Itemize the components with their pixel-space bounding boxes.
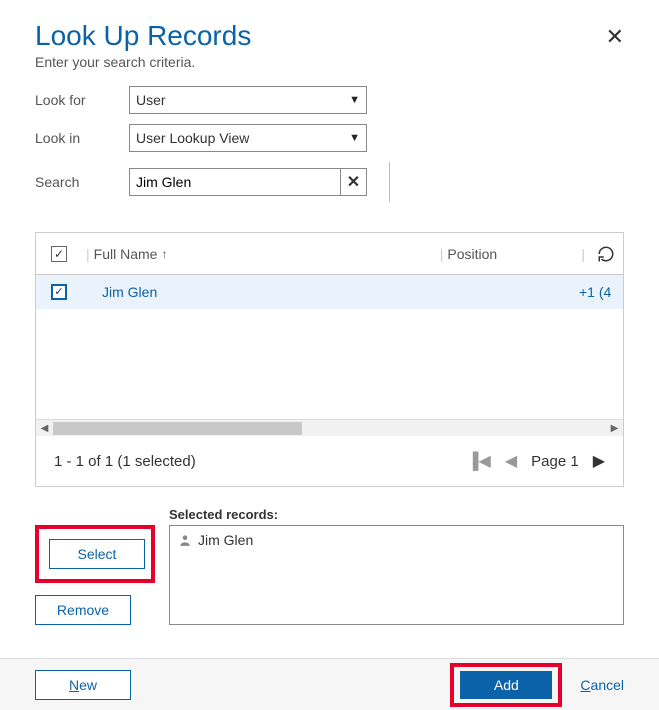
scroll-right-icon[interactable]: ▶ <box>606 423 623 434</box>
add-button-highlight: Add <box>450 663 562 707</box>
look-in-select[interactable]: User Lookup View ▼ <box>129 124 367 152</box>
select-all-checkbox[interactable] <box>51 246 67 262</box>
column-separator: | <box>82 246 94 262</box>
look-for-label: Look for <box>35 92 115 108</box>
selected-item-name: Jim Glen <box>198 532 253 548</box>
scroll-thumb[interactable] <box>53 422 302 435</box>
column-separator: | <box>436 246 448 262</box>
pager: 1 - 1 of 1 (1 selected) ▐◀ ◀ Page 1 ▶ <box>36 436 623 486</box>
grid-empty-space <box>36 309 623 419</box>
dialog-footer: New Add Cancel <box>0 658 659 710</box>
chevron-down-icon: ▼ <box>349 132 360 144</box>
dialog-subtitle: Enter your search criteria. <box>35 54 251 70</box>
sort-ascending-icon: ↑ <box>161 247 167 261</box>
person-icon <box>178 533 192 547</box>
search-input[interactable] <box>130 174 340 190</box>
refresh-icon[interactable] <box>589 245 623 263</box>
clear-search-icon[interactable]: ✕ <box>340 169 366 195</box>
page-label: Page 1 <box>531 453 579 470</box>
add-button[interactable]: Add <box>460 671 552 699</box>
divider <box>389 162 390 202</box>
cancel-button[interactable]: Cancel <box>580 677 624 693</box>
row-phone-partial: +1 (4 <box>579 284 623 300</box>
chevron-down-icon: ▼ <box>349 94 360 106</box>
remove-button[interactable]: Remove <box>35 595 131 625</box>
results-grid: | Full Name ↑ | Position | Jim Glen +1 (… <box>35 232 624 487</box>
column-full-name-label: Full Name <box>94 246 158 262</box>
selected-records-label: Selected records: <box>169 507 624 522</box>
look-for-value: User <box>136 92 166 108</box>
scroll-left-icon[interactable]: ◀ <box>36 423 53 434</box>
new-button[interactable]: New <box>35 670 131 700</box>
look-in-label: Look in <box>35 130 115 146</box>
look-in-value: User Lookup View <box>136 130 249 146</box>
column-full-name[interactable]: Full Name ↑ <box>94 246 436 262</box>
search-label: Search <box>35 174 115 190</box>
page-first-icon[interactable]: ▐◀ <box>467 451 491 471</box>
selected-records-box[interactable]: Jim Glen <box>169 525 624 625</box>
new-button-rest: ew <box>79 677 97 693</box>
column-position[interactable]: Position <box>447 246 577 262</box>
row-checkbox[interactable] <box>51 284 67 300</box>
row-full-name[interactable]: Jim Glen <box>82 284 449 300</box>
scroll-track[interactable] <box>53 421 606 436</box>
selected-item[interactable]: Jim Glen <box>178 532 615 548</box>
page-next-icon[interactable]: ▶ <box>593 451 605 471</box>
page-prev-icon[interactable]: ◀ <box>505 451 517 471</box>
horizontal-scrollbar[interactable]: ◀ ▶ <box>36 419 623 436</box>
search-field-wrap: ✕ <box>129 168 367 196</box>
grid-header: | Full Name ↑ | Position | <box>36 233 623 275</box>
table-row[interactable]: Jim Glen +1 (4 <box>36 275 623 309</box>
cancel-button-rest: ancel <box>591 677 624 693</box>
dialog-title: Look Up Records <box>35 20 251 52</box>
column-separator: | <box>577 246 589 262</box>
select-button-highlight: Select <box>35 525 155 583</box>
close-icon[interactable]: ✕ <box>606 20 624 48</box>
select-button[interactable]: Select <box>49 539 145 569</box>
look-for-select[interactable]: User ▼ <box>129 86 367 114</box>
pager-summary: 1 - 1 of 1 (1 selected) <box>54 453 196 470</box>
